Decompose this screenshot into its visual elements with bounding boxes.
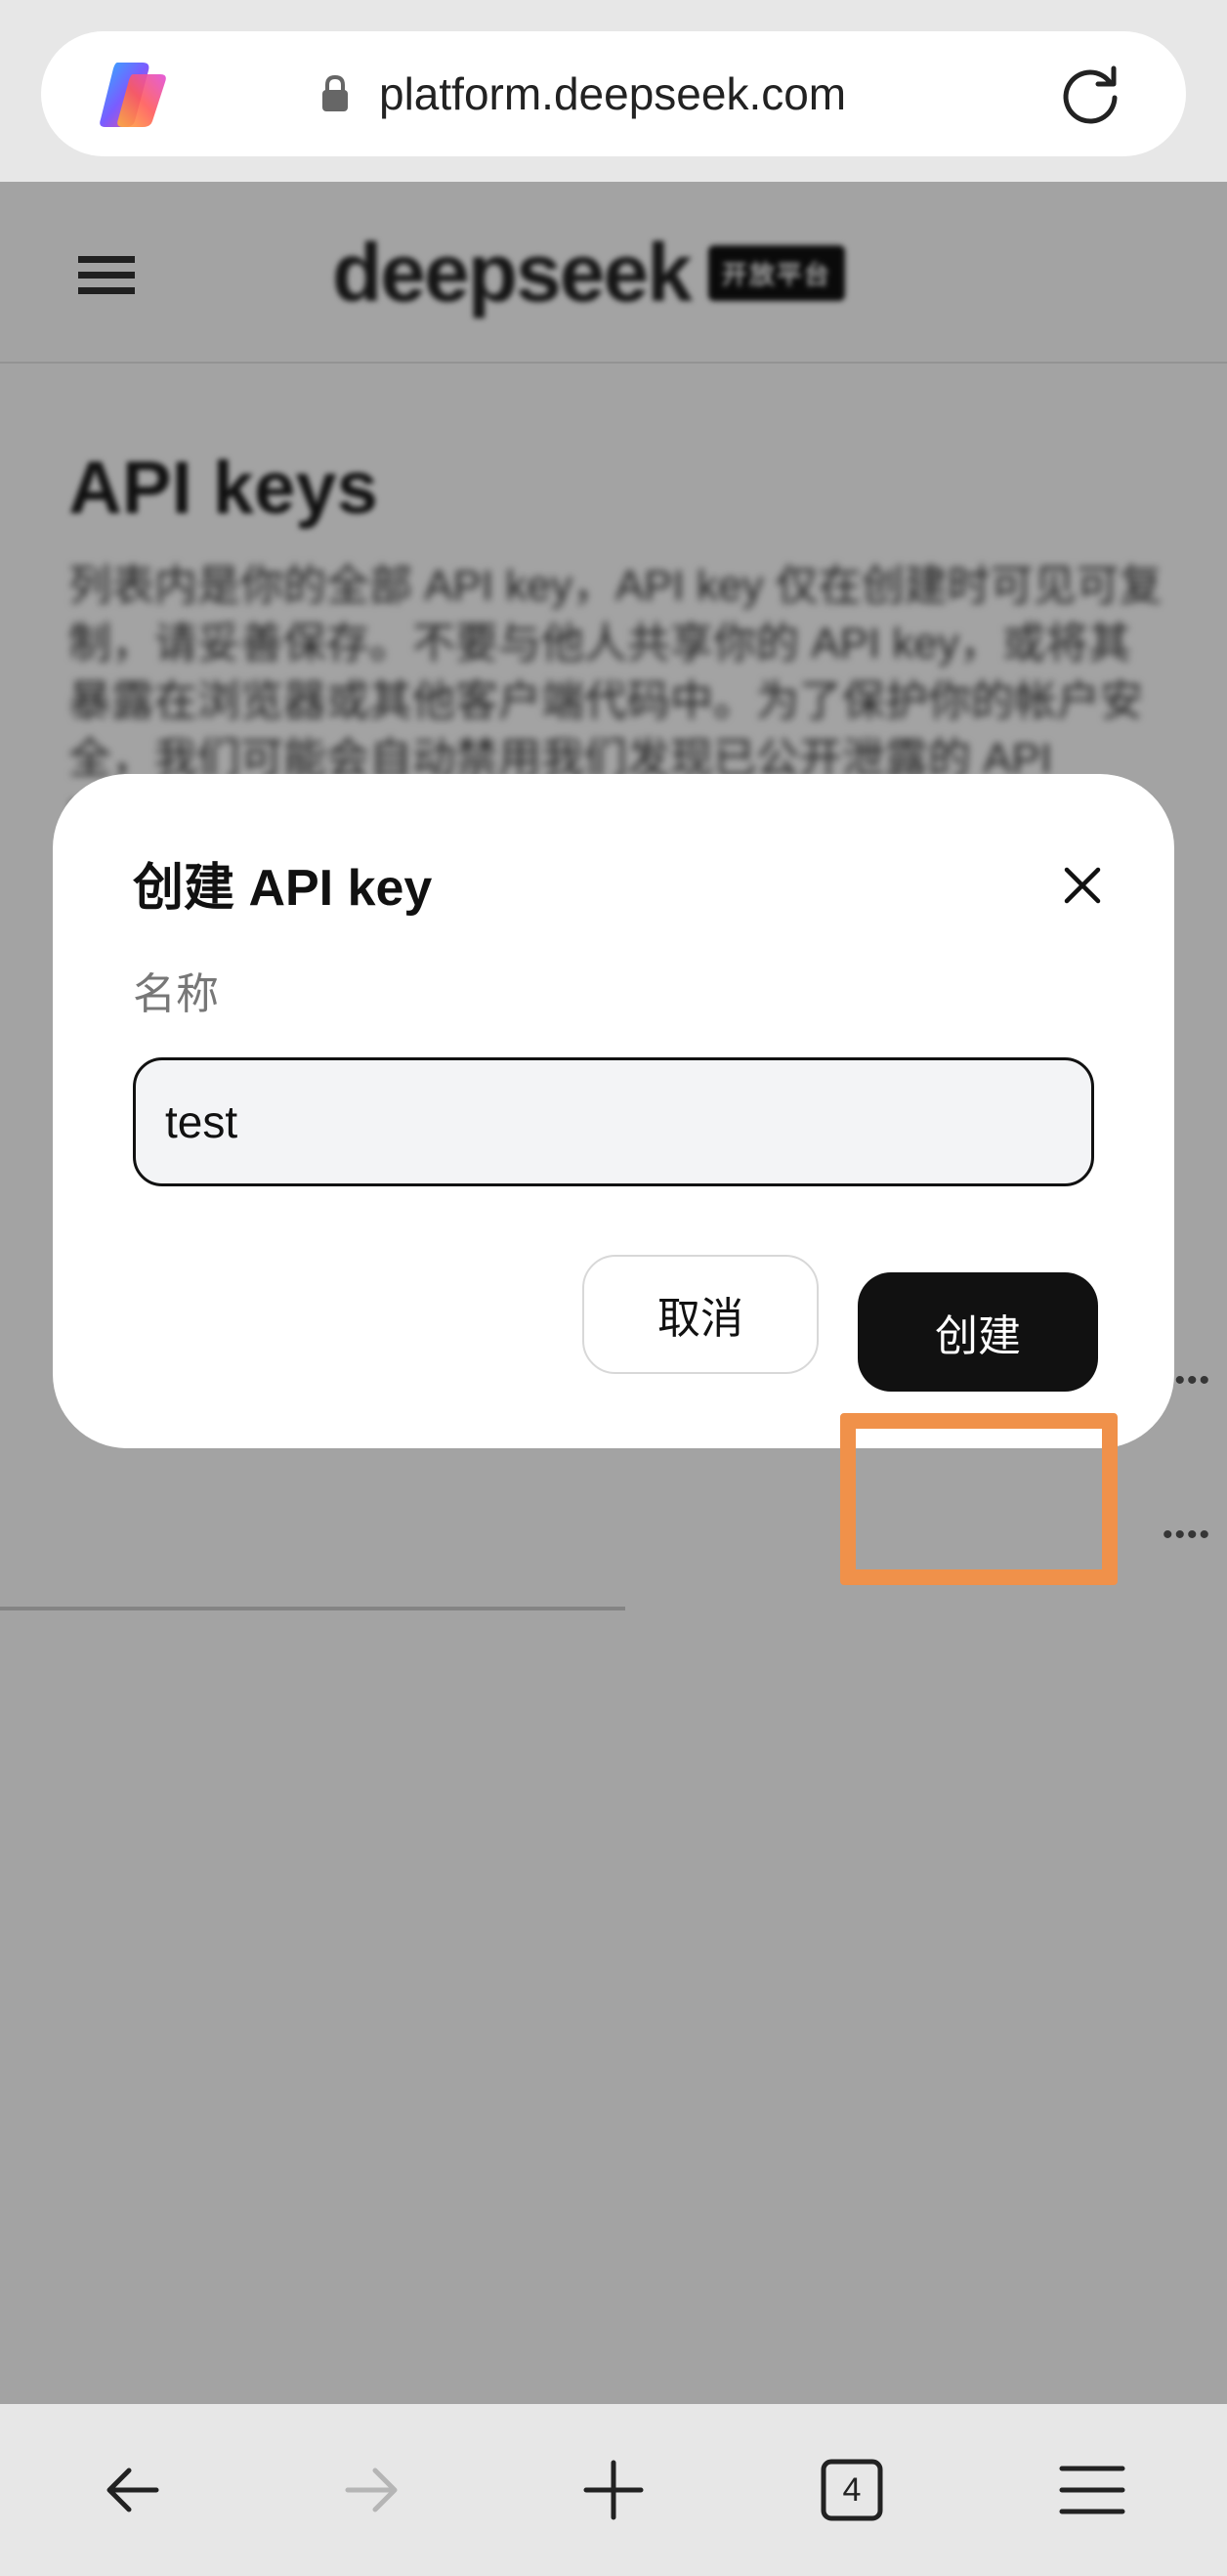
- lock-icon: [322, 74, 348, 111]
- browser-toolbar: 4: [0, 2404, 1227, 2576]
- highlight-box: [840, 1413, 1118, 1585]
- create-button[interactable]: 创建: [858, 1272, 1098, 1392]
- back-button[interactable]: [90, 2447, 176, 2533]
- close-icon[interactable]: [1059, 862, 1106, 909]
- arrow-left-icon: [106, 2468, 159, 2512]
- tab-count: 4: [842, 2471, 862, 2509]
- name-field-label: 名称: [133, 970, 219, 1018]
- dialog-title: 创建 API key: [133, 860, 433, 917]
- menu-icon: [1059, 2466, 1125, 2514]
- url-text[interactable]: platform.deepseek.com: [379, 64, 846, 123]
- cancel-button[interactable]: 取消: [582, 1255, 819, 1374]
- name-input[interactable]: [133, 1057, 1094, 1186]
- forward-button[interactable]: [328, 2447, 414, 2533]
- arrow-right-icon: [345, 2468, 398, 2512]
- create-api-key-dialog: 创建 API key 名称 取消 创建: [53, 774, 1174, 1448]
- copilot-logo-icon[interactable]: [96, 57, 172, 131]
- menu-button[interactable]: [1049, 2447, 1135, 2533]
- reload-icon[interactable]: [1057, 61, 1123, 127]
- plus-icon: [583, 2460, 644, 2520]
- url-bar[interactable]: platform.deepseek.com: [41, 31, 1186, 156]
- browser-address-bar: platform.deepseek.com: [0, 0, 1227, 182]
- new-tab-button[interactable]: [571, 2447, 656, 2533]
- tabs-button[interactable]: 4: [809, 2447, 895, 2533]
